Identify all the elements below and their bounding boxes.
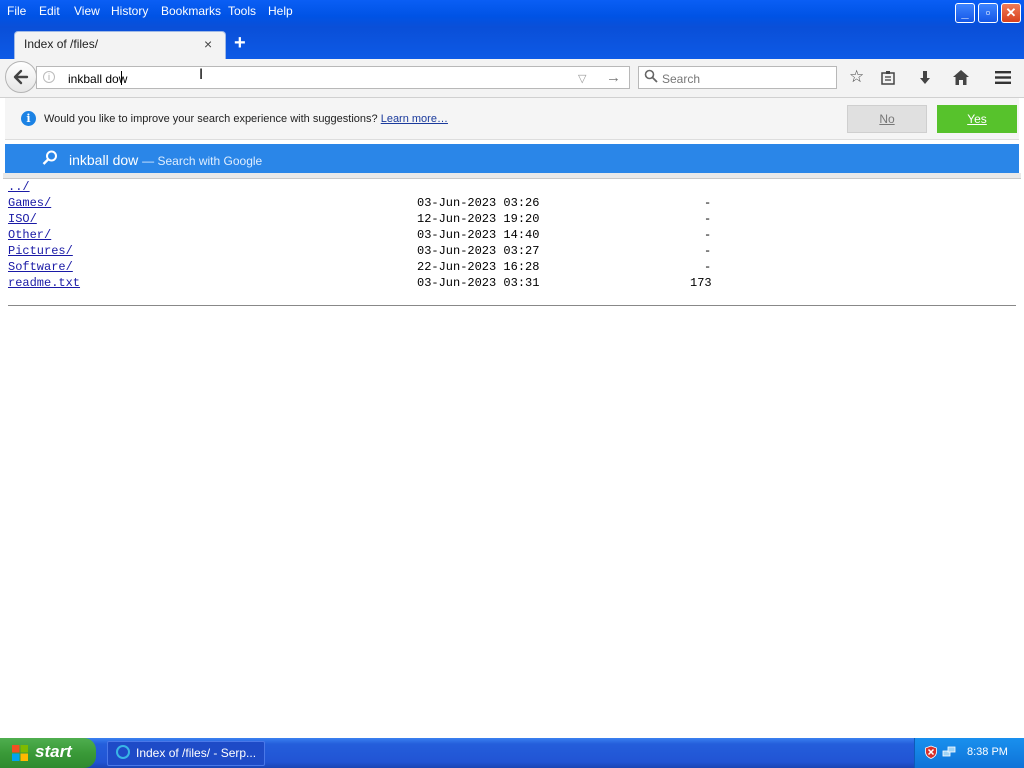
yes-button[interactable]: Yes [937,105,1017,133]
tab-title: Index of /files/ [24,37,99,51]
menu-bookmarks[interactable]: Bookmarks [161,4,221,18]
file-date: 12-Jun-2023 19:20 [417,212,540,226]
restore-icon: ▫ [985,5,991,20]
file-date: 03-Jun-2023 14:40 [417,228,540,242]
start-label: start [35,742,72,761]
listing-divider [8,305,1016,306]
menu-view[interactable]: View [74,4,100,18]
menu-tools[interactable]: Tools [228,4,256,18]
dropdown-footer [3,173,1021,179]
file-date: 03-Jun-2023 03:31 [417,276,540,290]
parent-dir-link[interactable]: ../ [8,180,30,194]
reading-list-icon[interactable] [880,70,896,86]
no-button-label: No [879,112,895,126]
text-caret [121,71,122,85]
menu-bar: File Edit View History Bookmarks Tools H… [0,0,1024,27]
taskbar-window-label: Index of /files/ - Serp... [136,746,257,760]
url-dropmarker-icon[interactable]: ▽ [578,72,586,85]
ibeam-cursor-icon: I [199,67,204,83]
suggestion-search-icon [42,150,57,165]
menu-history[interactable]: History [111,4,148,18]
file-link-software[interactable]: Software/ [8,260,73,274]
notification-message: Would you like to improve your search ex… [44,113,448,125]
url-input[interactable]: inkball dow [68,72,127,86]
menu-help[interactable]: Help [268,4,293,18]
close-window-button[interactable]: ✕ [1001,3,1021,23]
browser-icon [116,745,130,759]
tab-close-icon[interactable]: × [204,36,212,52]
restore-button[interactable]: ▫ [978,3,998,23]
back-button[interactable] [5,61,37,93]
no-button[interactable]: No [847,105,927,133]
file-size: - [704,196,712,210]
file-date: 03-Jun-2023 03:26 [417,196,540,210]
file-link-readme[interactable]: readme.txt [8,276,80,290]
file-date: 03-Jun-2023 03:27 [417,244,540,258]
go-arrow-icon[interactable]: → [606,69,621,86]
windows-logo-icon [12,745,28,761]
info-icon: i [21,111,36,126]
network-icon[interactable] [942,745,956,759]
hamburger-menu-icon[interactable] [994,70,1012,85]
minimize-button[interactable]: _ [955,3,975,23]
file-date: 22-Jun-2023 16:28 [417,260,540,274]
file-size: 173 [690,276,712,290]
file-size: - [704,244,712,258]
menu-edit[interactable]: Edit [39,4,60,18]
clock: 8:38 PM [967,746,1008,758]
file-size: - [704,212,712,226]
menu-file[interactable]: File [7,4,26,18]
suggestion-text: inkball dow — Search with Google [69,152,263,168]
file-size: - [704,228,712,242]
download-icon[interactable] [917,70,933,86]
yes-button-label: Yes [967,112,987,126]
suggestion-action: — Search with Google [142,154,263,168]
file-size: - [704,260,712,274]
search-icon [644,69,658,83]
minimize-icon: _ [961,5,969,20]
home-icon[interactable] [952,69,970,86]
search-input[interactable]: Search [662,72,700,86]
bookmark-star-icon[interactable]: ☆ [849,67,864,87]
close-icon: ✕ [1005,5,1017,20]
file-link-pictures[interactable]: Pictures/ [8,244,73,258]
back-arrow-icon [13,69,29,85]
file-link-games[interactable]: Games/ [8,196,51,210]
file-link-iso[interactable]: ISO/ [8,212,37,226]
file-link-other[interactable]: Other/ [8,228,51,242]
site-info-icon[interactable]: i [43,71,55,83]
new-tab-button[interactable]: + [234,32,246,55]
security-shield-icon[interactable] [924,745,938,759]
learn-more-link[interactable]: Learn more… [381,113,448,125]
